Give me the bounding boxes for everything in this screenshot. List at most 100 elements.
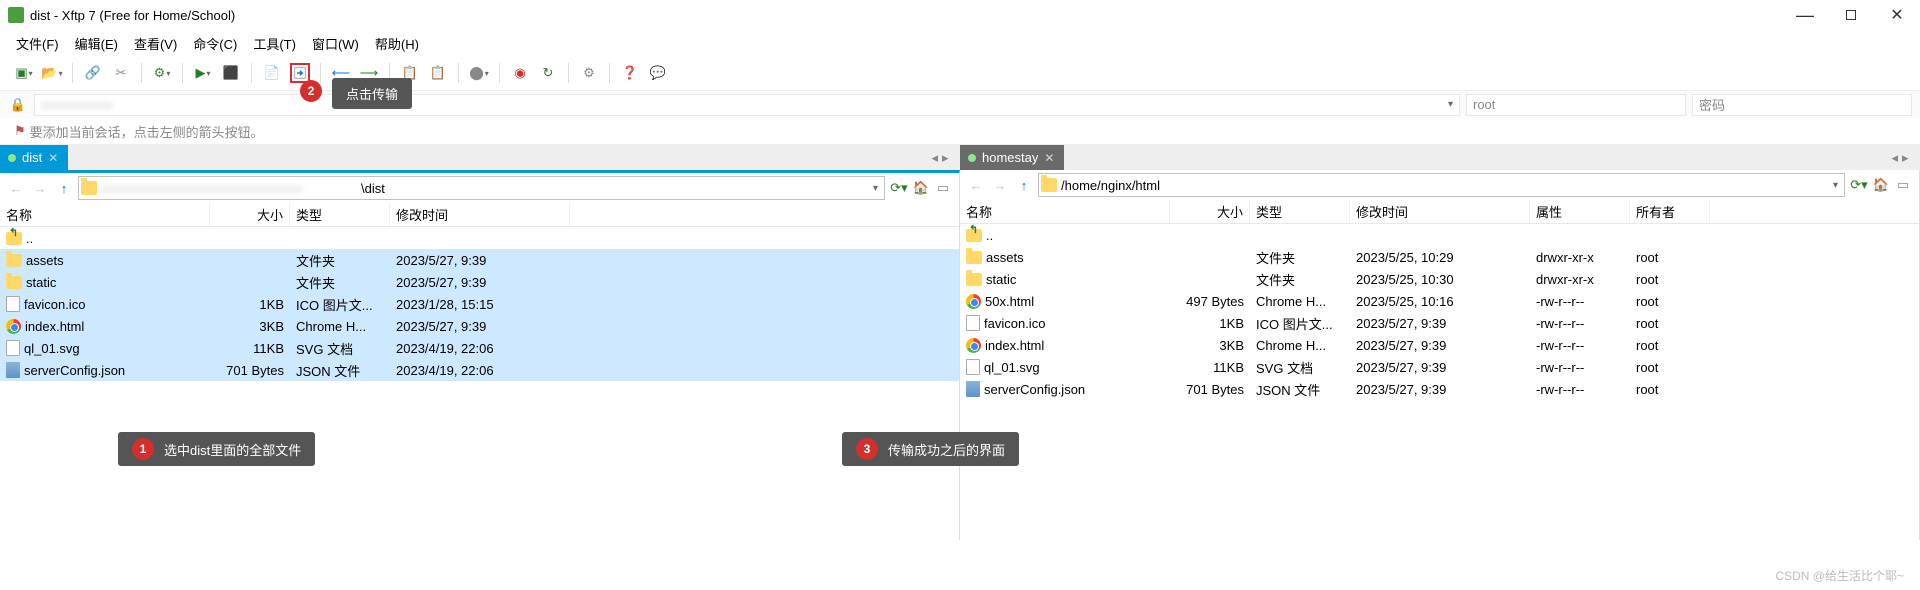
file-row[interactable]: static文件夹2023/5/27, 9:39 — [0, 271, 959, 293]
chat-icon[interactable]: 💬 — [648, 63, 668, 83]
paste-icon[interactable]: 📋 — [428, 63, 448, 83]
col-name[interactable]: 名称 — [960, 200, 1170, 223]
maximize-button[interactable] — [1828, 0, 1874, 30]
gear-icon[interactable]: ⚙▾ — [152, 63, 172, 83]
file-row[interactable]: ql_01.svg11KBSVG 文档2023/4/19, 22:06 — [0, 337, 959, 359]
tab-nav-prev-icon[interactable]: ◂ — [1891, 150, 1898, 166]
file-row[interactable]: index.html3KBChrome H...2023/5/27, 9:39 — [0, 315, 959, 337]
local-path-input[interactable]: xxxxxxxxxxxxxxxxxxxxxxxxxxxxxxx \dist ▾ — [78, 176, 885, 200]
red-circle-icon[interactable]: ◉ — [510, 63, 530, 83]
session-lock-icon[interactable]: 🔒 — [8, 95, 28, 115]
col-type[interactable]: 类型 — [290, 203, 390, 226]
menu-help[interactable]: 帮助(H) — [369, 31, 425, 56]
stop-icon[interactable]: ⬛ — [221, 63, 241, 83]
col-mtime[interactable]: 修改时间 — [1350, 200, 1530, 223]
menu-tools[interactable]: 工具(T) — [247, 31, 302, 56]
nav-up-icon[interactable]: ↑ — [1014, 175, 1034, 195]
callout-1-text: 选中dist里面的全部文件 — [164, 440, 301, 459]
file-row[interactable]: ql_01.svg11KBSVG 文档2023/5/27, 9:39-rw-r-… — [960, 356, 1919, 378]
session-host-blurred: xxxxxxxxxxx — [41, 97, 113, 112]
refresh-icon[interactable]: ⟳▾ — [1849, 175, 1869, 195]
tab-local-label: dist — [22, 150, 42, 165]
menu-window[interactable]: 窗口(W) — [306, 31, 365, 56]
stop2-icon[interactable]: ⬤▾ — [469, 63, 489, 83]
path-dropdown-icon[interactable]: ▾ — [1829, 180, 1842, 191]
col-mtime[interactable]: 修改时间 — [390, 203, 570, 226]
col-type[interactable]: 类型 — [1250, 200, 1350, 223]
username-field[interactable]: root — [1466, 94, 1686, 116]
nav-up-icon[interactable]: ↑ — [54, 178, 74, 198]
file-row[interactable]: assets文件夹2023/5/25, 10:29drwxr-xr-xroot — [960, 246, 1919, 268]
folder-icon — [966, 273, 982, 286]
password-field[interactable]: 密码 — [1692, 94, 1912, 116]
settings-icon[interactable]: ⚙ — [579, 63, 599, 83]
nav-back-icon[interactable]: ← — [966, 175, 986, 195]
file-row[interactable]: favicon.ico1KBICO 图片文...2023/1/28, 15:15 — [0, 293, 959, 315]
up-row[interactable]: .. — [960, 224, 1919, 246]
session-host-dropdown-icon[interactable]: ▾ — [1448, 99, 1453, 110]
open-icon[interactable]: 📂▾ — [42, 63, 62, 83]
connection-dot-icon — [8, 154, 16, 162]
callout-2-text: 点击传输 — [346, 84, 398, 103]
refresh-icon[interactable]: ⟳▾ — [889, 178, 909, 198]
json-icon — [6, 362, 20, 378]
file-row[interactable]: 50x.html497 BytesChrome H...2023/5/25, 1… — [960, 290, 1919, 312]
close-button[interactable]: ✕ — [1874, 0, 1920, 30]
session-host-field[interactable]: xxxxxxxxxxx ▾ — [34, 94, 1460, 116]
up-icon — [6, 232, 22, 245]
menu-command[interactable]: 命令(C) — [187, 31, 243, 56]
new-folder-icon[interactable]: ▭ — [933, 178, 953, 198]
nav-fwd-icon[interactable]: → — [30, 178, 50, 198]
green-refresh-icon[interactable]: ↻ — [538, 63, 558, 83]
remote-path-bar: ← → ↑ /home/nginx/html ▾ ⟳▾ 🏠 ▭ — [960, 170, 1919, 200]
up-row[interactable]: .. — [0, 227, 959, 249]
file-row[interactable]: index.html3KBChrome H...2023/5/27, 9:39-… — [960, 334, 1919, 356]
file-row[interactable]: serverConfig.json701 BytesJSON 文件2023/5/… — [960, 378, 1919, 400]
menu-edit[interactable]: 编辑(E) — [69, 31, 124, 56]
menu-file[interactable]: 文件(F) — [10, 31, 65, 56]
minimize-button[interactable]: — — [1782, 0, 1828, 30]
col-name[interactable]: 名称 — [0, 203, 210, 226]
col-attr[interactable]: 属性 — [1530, 200, 1630, 223]
local-path-blurred: xxxxxxxxxxxxxxxxxxxxxxxxxxxxxxx — [101, 181, 361, 196]
new-folder-icon[interactable]: ▭ — [1893, 175, 1913, 195]
tab-local[interactable]: dist ✕ — [0, 145, 68, 170]
bookmark-icon[interactable]: 🏠 — [911, 178, 931, 198]
bookmark-icon[interactable]: 🏠 — [1871, 175, 1891, 195]
tab-remote-close-icon[interactable]: ✕ — [1044, 151, 1054, 165]
chrome-icon — [966, 338, 981, 353]
folder-icon — [6, 254, 22, 267]
tab-nav-prev-icon[interactable]: ◂ — [931, 150, 938, 166]
col-size[interactable]: 大小 — [1170, 200, 1250, 223]
remote-columns: 名称 大小 类型 修改时间 属性 所有者 — [960, 200, 1919, 224]
unlink-icon[interactable]: ✂ — [111, 63, 131, 83]
col-owner[interactable]: 所有者 — [1630, 200, 1710, 223]
tab-nav-next-icon[interactable]: ▸ — [1902, 150, 1909, 166]
new-session-icon[interactable]: ▣▾ — [14, 63, 34, 83]
tab-remote[interactable]: homestay ✕ — [960, 145, 1064, 170]
folder-icon — [81, 181, 97, 195]
chrome-icon — [966, 294, 981, 309]
path-dropdown-icon[interactable]: ▾ — [869, 183, 882, 194]
col-size[interactable]: 大小 — [210, 203, 290, 226]
play-icon[interactable]: ▶▾ — [193, 63, 213, 83]
file-row[interactable]: assets文件夹2023/5/27, 9:39 — [0, 249, 959, 271]
tab-local-close-icon[interactable]: ✕ — [48, 151, 58, 165]
file-row[interactable]: static文件夹2023/5/25, 10:30drwxr-xr-xroot — [960, 268, 1919, 290]
callout-1: 1 选中dist里面的全部文件 — [118, 432, 315, 466]
remote-path-input[interactable]: /home/nginx/html ▾ — [1038, 173, 1845, 197]
watermark: CSDN @给生活比个耶~ — [1775, 567, 1904, 584]
nav-back-icon[interactable]: ← — [6, 178, 26, 198]
app-icon — [8, 7, 24, 23]
file-row[interactable]: favicon.ico1KBICO 图片文...2023/5/27, 9:39-… — [960, 312, 1919, 334]
link-icon[interactable]: 🔗 — [83, 63, 103, 83]
hint-text: 要添加当前会话，点击左侧的箭头按钮。 — [30, 122, 264, 141]
nav-fwd-icon[interactable]: → — [990, 175, 1010, 195]
doc-icon[interactable]: 📄 — [262, 63, 282, 83]
file-row[interactable]: serverConfig.json701 BytesJSON 文件2023/4/… — [0, 359, 959, 381]
menu-view[interactable]: 查看(V) — [128, 31, 183, 56]
folder-icon — [966, 251, 982, 264]
tab-nav-next-icon[interactable]: ▸ — [942, 150, 949, 166]
folder-icon — [6, 276, 22, 289]
help-icon[interactable]: ❓ — [620, 63, 640, 83]
